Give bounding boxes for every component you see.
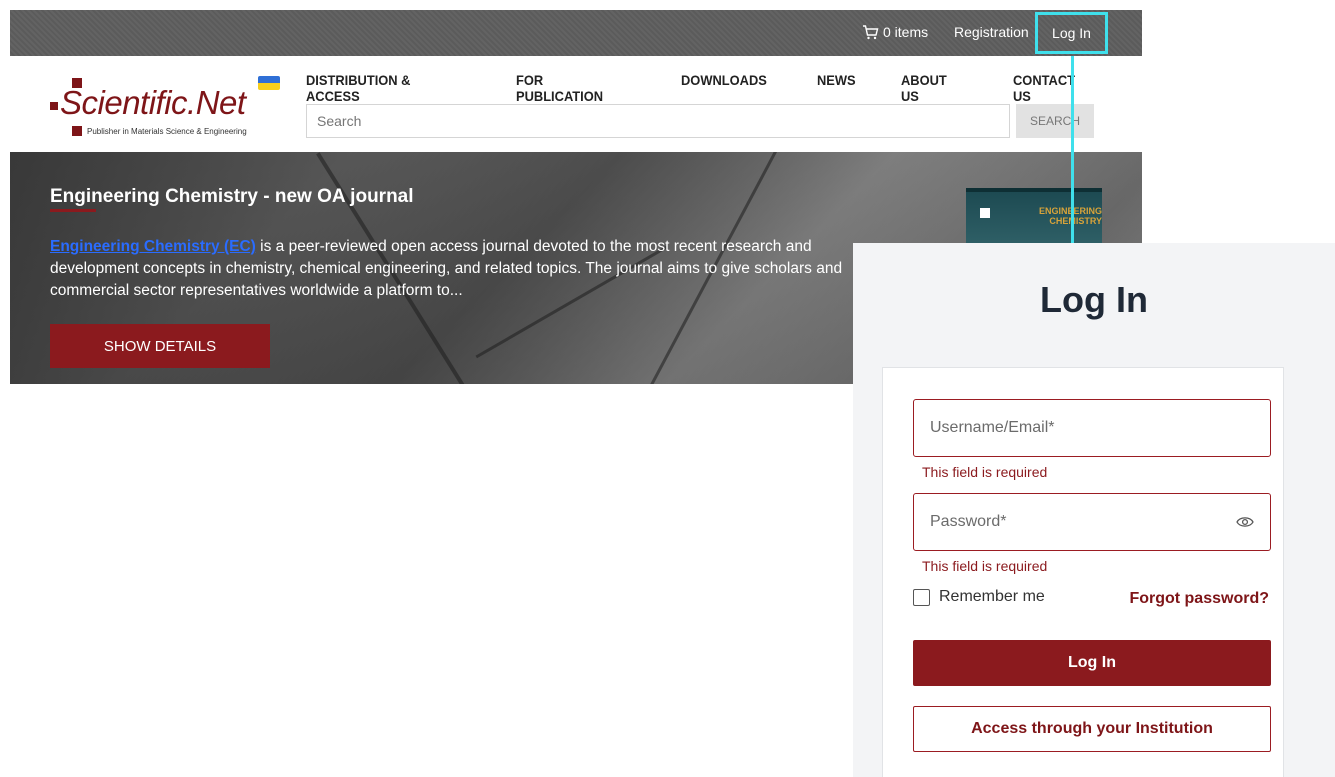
cart-link[interactable]: 0 items [862, 24, 928, 40]
top-bar: 0 items Registration Log In [10, 10, 1142, 56]
banner-title: Engineering Chemistry - new OA journal [50, 186, 414, 207]
cart-icon [863, 24, 879, 39]
nav-news[interactable]: NEWS [817, 72, 856, 104]
nav-downloads[interactable]: DOWNLOADS [681, 72, 767, 104]
logo[interactable]: Scientific.Net Publisher in Materials Sc… [50, 74, 290, 144]
site-header: Scientific.Net Publisher in Materials Sc… [10, 56, 1142, 152]
nav-for-publication[interactable]: FOR PUBLICATION [516, 72, 629, 104]
remember-me[interactable]: Remember me [913, 588, 1045, 606]
password-placeholder: Password* [930, 513, 1007, 530]
logo-square-left [50, 102, 58, 110]
search-button[interactable]: SEARCH [1016, 104, 1094, 138]
main-nav: DISTRIBUTION & ACCESS FOR PUBLICATION DO… [306, 72, 1142, 104]
password-error: This field is required [922, 558, 1048, 574]
eye-icon[interactable] [1236, 515, 1254, 529]
nav-contact-us[interactable]: CONTACT US [1013, 72, 1093, 104]
username-placeholder: Username/Email* [930, 419, 1055, 436]
cover-title: ENGINEERING CHEMISTRY [1039, 206, 1102, 226]
logo-tagline: Publisher in Materials Science & Enginee… [87, 127, 247, 136]
nav-about-us[interactable]: ABOUT US [901, 72, 966, 104]
remember-checkbox[interactable] [913, 588, 930, 606]
password-field[interactable]: Password* [913, 493, 1271, 551]
ukraine-flag-icon [258, 76, 280, 90]
show-details-button[interactable]: SHOW DETAILS [50, 324, 270, 368]
institution-access-button[interactable]: Access through your Institution [913, 706, 1271, 752]
cart-label: 0 items [883, 24, 929, 40]
username-field[interactable]: Username/Email* [913, 399, 1271, 457]
login-form: Username/Email* This field is required P… [882, 367, 1284, 777]
login-button[interactable]: Log In [913, 640, 1271, 686]
registration-link[interactable]: Registration [954, 24, 1029, 40]
banner-title-underline [50, 209, 96, 212]
forgot-password-link[interactable]: Forgot password? [1129, 590, 1269, 608]
cover-logo-icon [980, 208, 990, 218]
logo-text: Scientific.Net [60, 84, 246, 121]
journal-link[interactable]: Engineering Chemistry (EC) [50, 238, 256, 255]
username-error: This field is required [922, 464, 1048, 480]
logo-square-bottom [72, 126, 82, 136]
search-input[interactable] [306, 104, 1010, 138]
login-link[interactable]: Log In [1035, 12, 1108, 54]
banner-description: Engineering Chemistry (EC) is a peer-rev… [50, 236, 870, 302]
login-panel: Log In Username/Email* This field is req… [853, 243, 1335, 777]
login-heading: Log In [1040, 279, 1148, 320]
nav-distribution-access[interactable]: DISTRIBUTION & ACCESS [306, 72, 461, 104]
remember-label: Remember me [939, 588, 1045, 605]
